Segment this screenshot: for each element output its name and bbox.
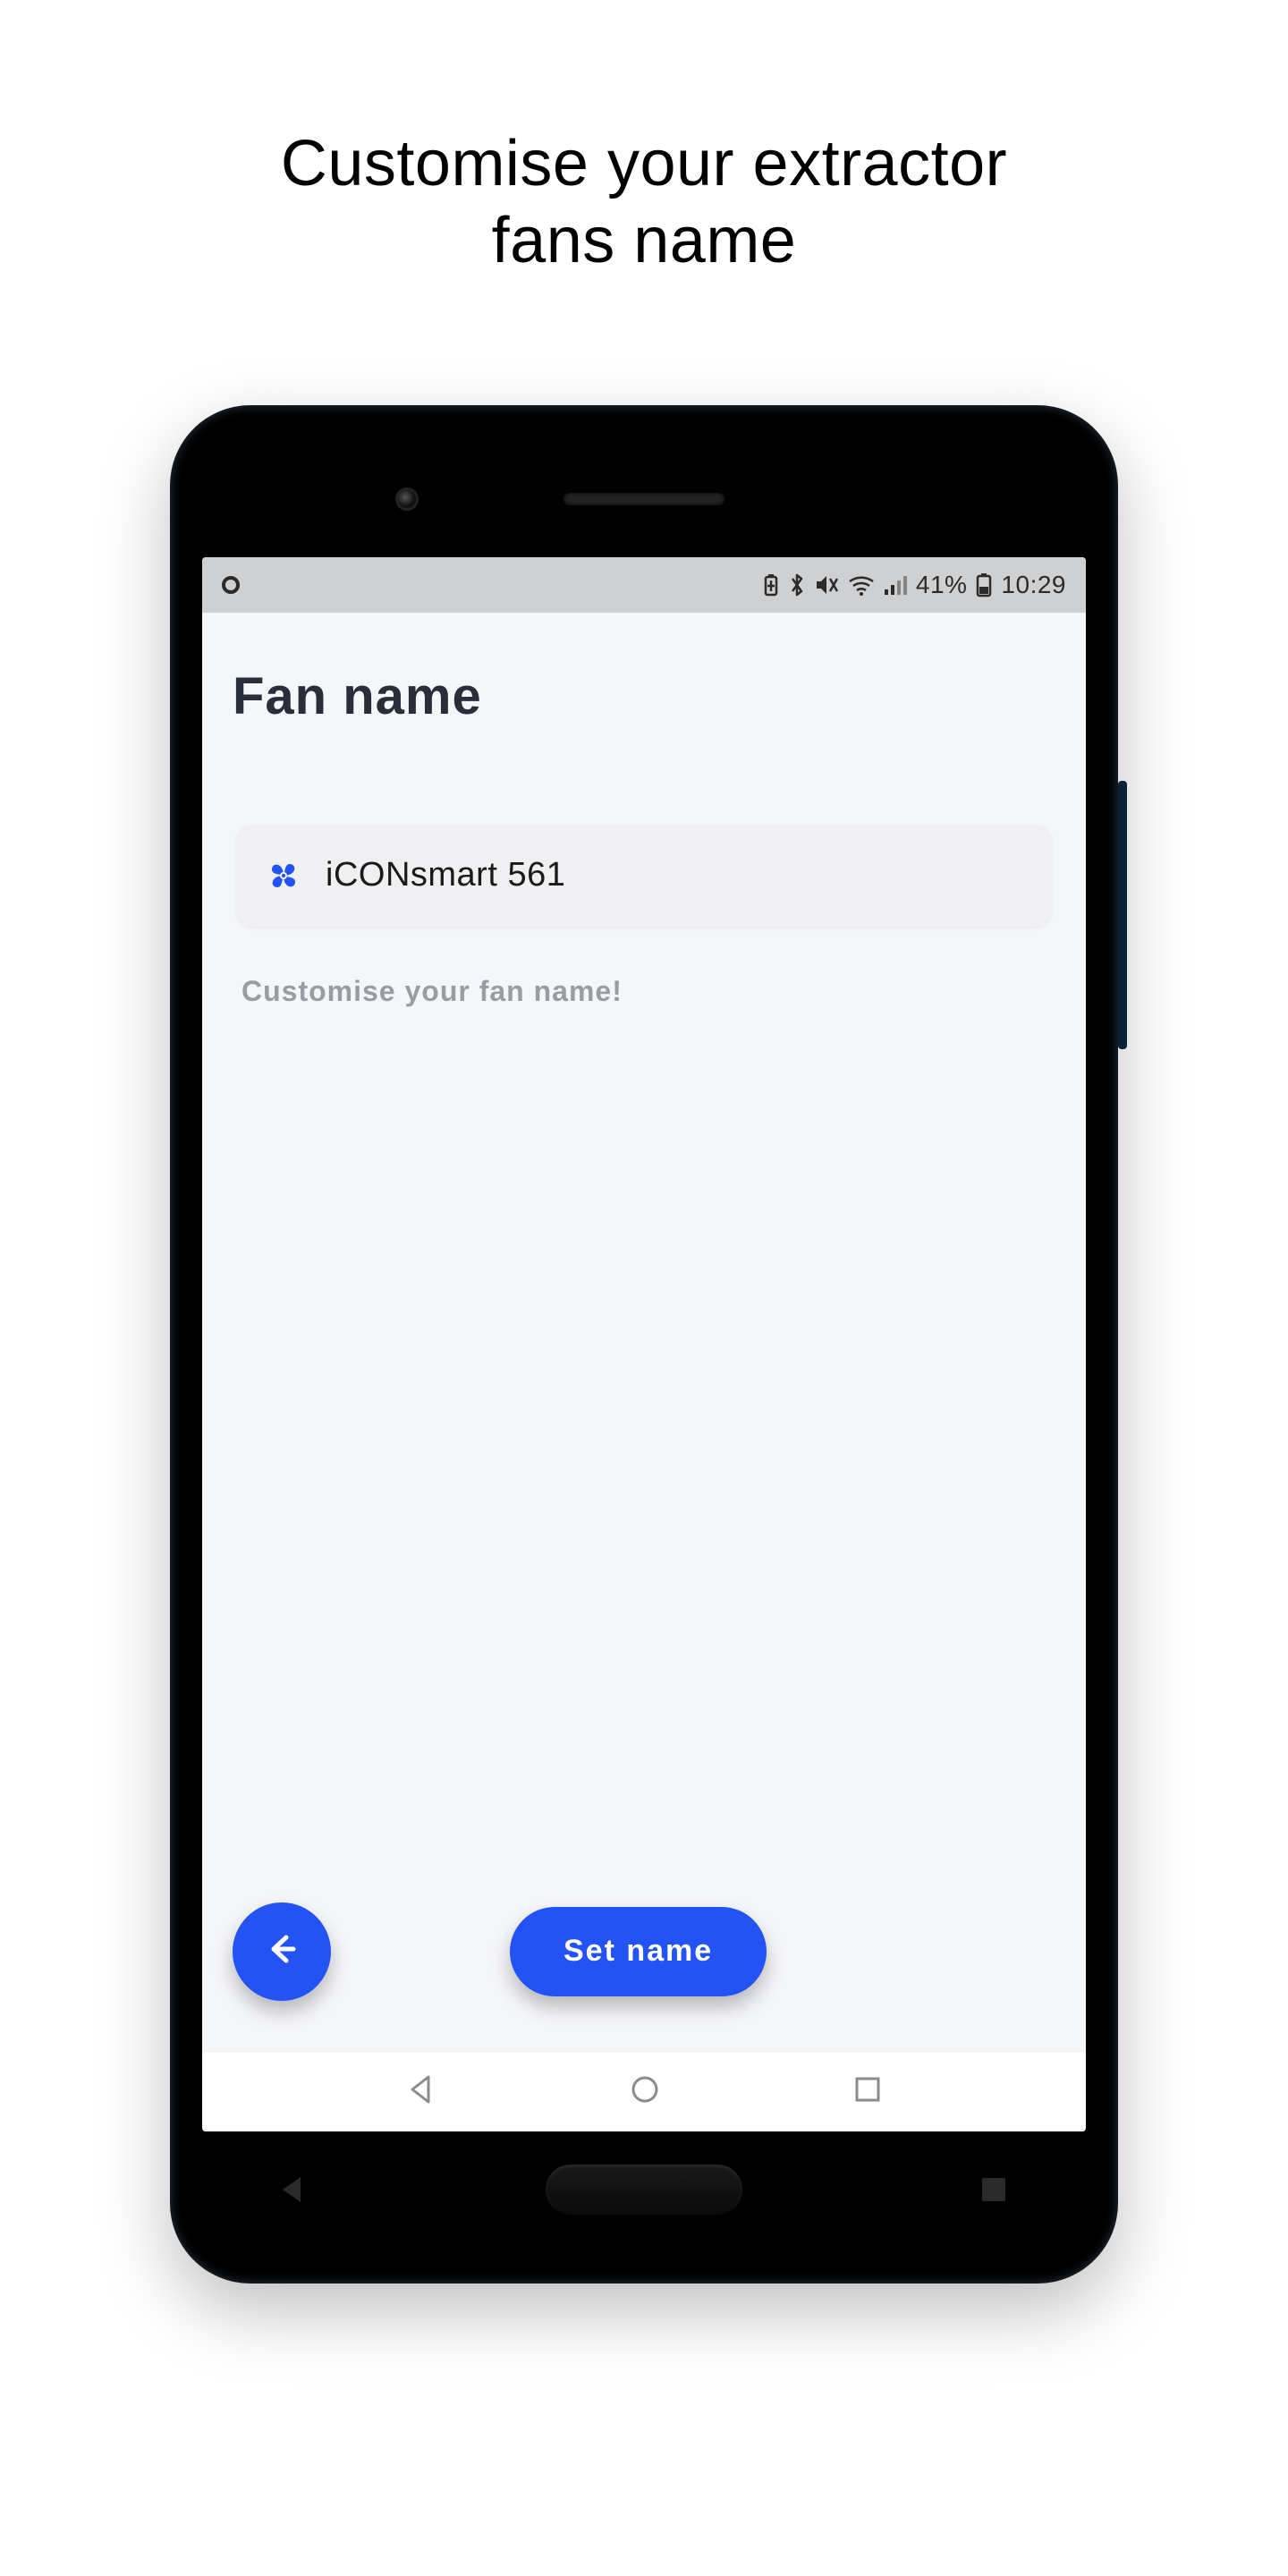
caption-line-1: Customise your extractor [281,128,1007,199]
fan-icon [263,855,304,896]
bottom-actions: Set name [227,1902,1061,2051]
set-name-button-label: Set name [564,1934,713,1969]
phone-top-bezel [202,441,1086,557]
battery-saver-icon [762,573,780,597]
android-nav-bar [202,2051,1086,2131]
nav-home-icon[interactable] [629,2073,661,2110]
clock-text: 10:29 [1001,571,1066,599]
helper-text: Customise your fan name! [242,975,1061,1008]
phone-frame: 41% 10:29 Fan name [170,405,1118,2284]
status-right: 41% 10:29 [762,571,1066,599]
phone-side-button [1118,781,1127,1049]
caption-line-2: fans name [492,205,797,276]
hw-back-key [283,2177,301,2202]
battery-percent-text: 41% [916,571,968,599]
front-camera [395,487,419,511]
fan-name-value: iCONsmart 561 [326,856,565,894]
set-name-button[interactable]: Set name [510,1907,767,1996]
back-button[interactable] [233,1902,331,2001]
hw-home-key [546,2165,742,2215]
mute-icon [814,573,839,597]
status-bar: 41% 10:29 [202,557,1086,613]
phone-screen: 41% 10:29 Fan name [202,557,1086,2131]
arrow-left-icon [263,1930,301,1972]
hw-recent-key [982,2178,1005,2201]
phone-inner: 41% 10:29 Fan name [186,421,1102,2267]
nav-back-icon[interactable] [405,2073,437,2110]
status-left [222,576,240,594]
page-heading: Fan name [233,666,1061,726]
bluetooth-icon [789,572,805,597]
signal-icon [884,574,907,596]
nav-recent-icon[interactable] [852,2074,883,2109]
carrier-icon [222,576,240,594]
marketing-caption: Customise your extractor fans name [281,125,1007,280]
wifi-icon [848,574,875,596]
battery-icon [976,572,992,597]
fan-name-input-card[interactable]: iCONsmart 561 [236,825,1052,927]
phone-bottom-bezel [202,2131,1086,2248]
app-content: Fan name [202,613,1086,2051]
earpiece-speaker [564,493,724,505]
